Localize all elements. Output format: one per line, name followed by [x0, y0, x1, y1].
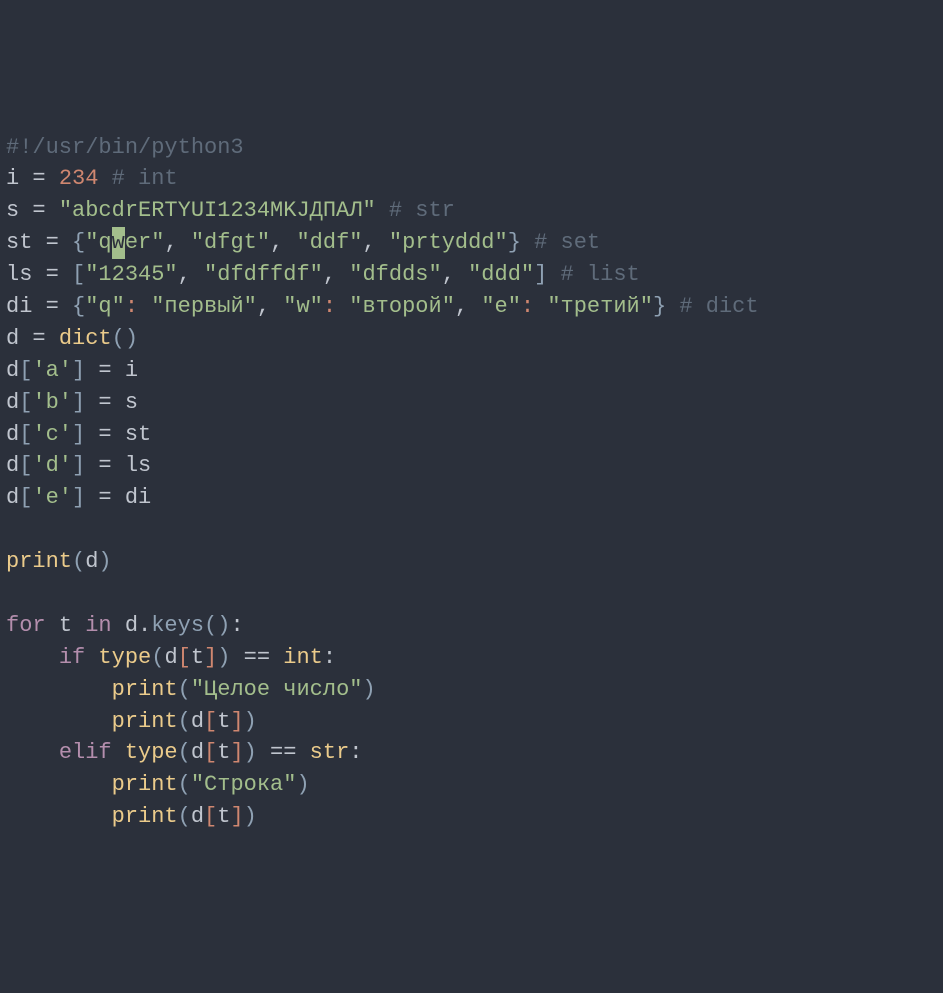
str-type: str: [310, 740, 350, 765]
code-line-2: i = 234 # int: [6, 163, 937, 195]
comment-dict: # dict: [679, 294, 758, 319]
var-st: st: [6, 230, 32, 255]
string-literal: "abcdrERTYUI1234MKJДПАЛ": [59, 198, 376, 223]
print-call: print: [6, 549, 72, 574]
var-di: di: [6, 294, 32, 319]
code-line-14: print(d): [6, 546, 937, 578]
int-type: int: [283, 645, 323, 670]
print-call: print: [112, 772, 178, 797]
comment-list: # list: [561, 262, 640, 287]
type-call: type: [125, 740, 178, 765]
code-line-3: s = "abcdrERTYUI1234MKJДПАЛ" # str: [6, 195, 937, 227]
code-line-15: [6, 578, 937, 610]
var-d: d: [6, 326, 19, 351]
num-234: 234: [59, 166, 99, 191]
keys-method: keys: [151, 613, 204, 638]
bracket-close: ]: [534, 262, 547, 287]
var-ls: ls: [6, 262, 32, 287]
code-line-16: for t in d.keys():: [6, 610, 937, 642]
code-line-17: if type(d[t]) == int:: [6, 642, 937, 674]
code-line-5: ls = ["12345", "dfdffdf", "dfdds", "ddd"…: [6, 259, 937, 291]
brace-close: }: [653, 294, 666, 319]
code-line-9: d['b'] = s: [6, 387, 937, 419]
code-line-1: #!/usr/bin/python3: [6, 132, 937, 164]
print-call: print: [112, 677, 178, 702]
code-line-6: di = {"q": "первый", "w": "второй", "e":…: [6, 291, 937, 323]
code-line-20: elif type(d[t]) == str:: [6, 737, 937, 769]
brace-close: }: [508, 230, 521, 255]
in-keyword: in: [85, 613, 111, 638]
type-call: type: [98, 645, 151, 670]
code-editor[interactable]: #!/usr/bin/python3 i = 234 # ints = "abcd…: [6, 132, 937, 834]
code-line-22: print(d[t]): [6, 801, 937, 833]
code-line-4: st = {"qwer", "dfgt", "ddf", "prtyddd"} …: [6, 227, 937, 259]
comment-set: # set: [534, 230, 600, 255]
code-line-18: print("Целое число"): [6, 674, 937, 706]
code-line-19: print(d[t]): [6, 706, 937, 738]
var-i: i: [6, 166, 19, 191]
comment-int: # int: [112, 166, 178, 191]
dict-call: dict: [59, 326, 112, 351]
text-cursor: w: [112, 227, 125, 259]
for-keyword: for: [6, 613, 46, 638]
bracket-open: [: [72, 262, 85, 287]
code-line-8: d['a'] = i: [6, 355, 937, 387]
print-call: print: [112, 709, 178, 734]
code-line-12: d['e'] = di: [6, 482, 937, 514]
code-line-21: print("Строка"): [6, 769, 937, 801]
elif-keyword: elif: [59, 740, 112, 765]
comment-str: # str: [389, 198, 455, 223]
code-line-11: d['d'] = ls: [6, 450, 937, 482]
if-keyword: if: [59, 645, 85, 670]
shebang: #!/usr/bin/python3: [6, 135, 244, 160]
brace-open: {: [72, 294, 85, 319]
code-line-13: [6, 514, 937, 546]
print-call: print: [112, 804, 178, 829]
code-line-7: d = dict(): [6, 323, 937, 355]
brace-open: {: [72, 230, 85, 255]
var-s: s: [6, 198, 19, 223]
code-line-10: d['c'] = st: [6, 419, 937, 451]
